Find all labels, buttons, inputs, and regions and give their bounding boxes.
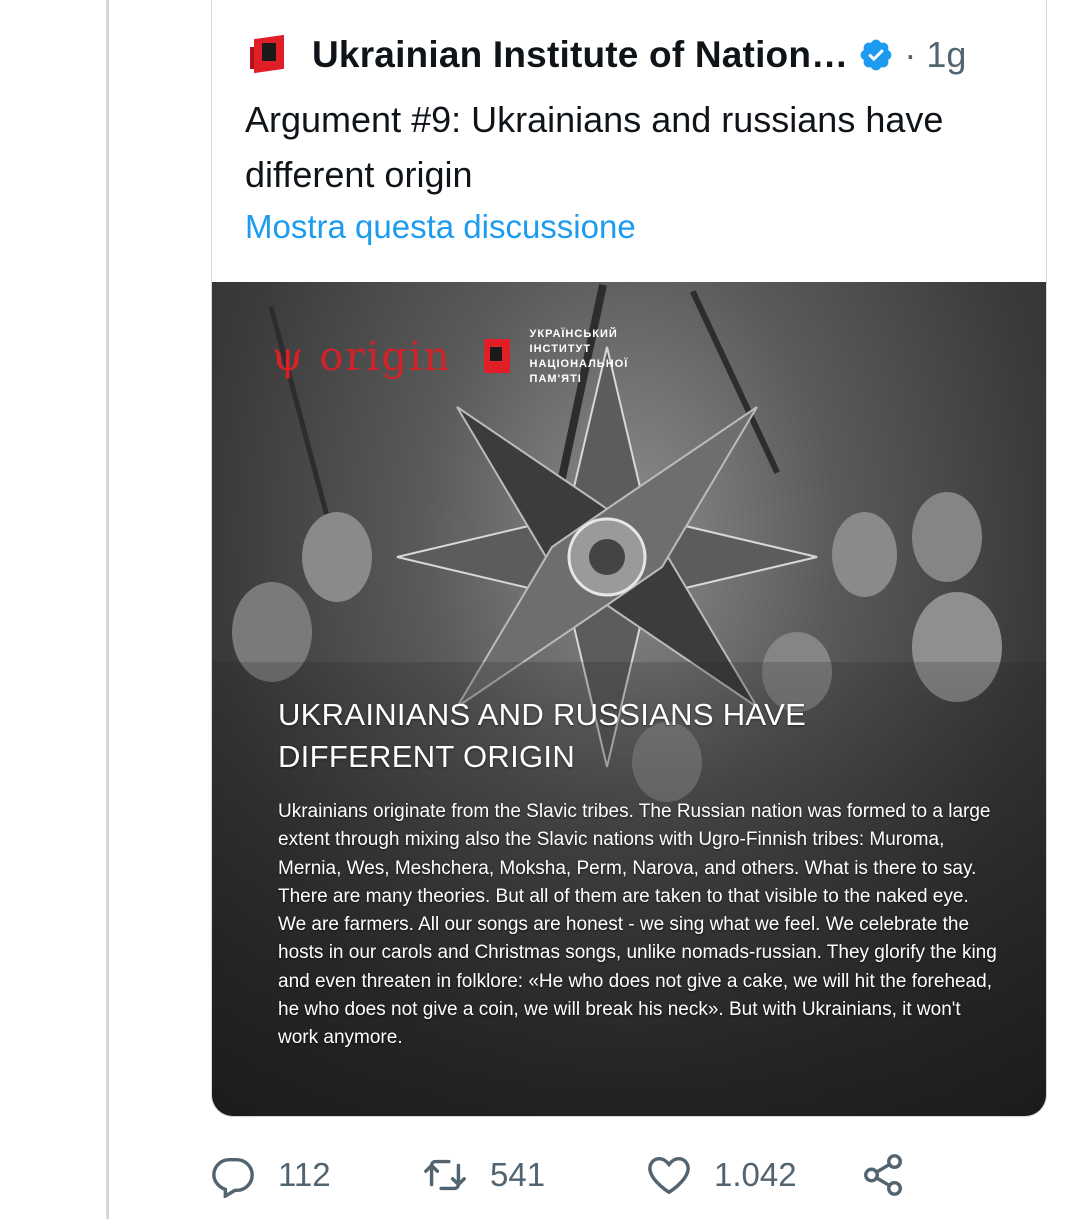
trident-emblem: ψ xyxy=(272,334,304,380)
reply-count: 112 xyxy=(278,1156,331,1193)
author-name[interactable]: Ukrainian Institute of Nation… xyxy=(312,34,848,76)
retweet-button[interactable]: 541 xyxy=(422,1150,545,1200)
verified-badge-icon xyxy=(860,39,892,71)
tweet-actions: 112 541 1.042 xyxy=(210,1150,930,1200)
tweet-media-image[interactable]: ψ origin УКРАЇНСЬКИЙ ІНСТИТУТ НАЦІОНАЛЬН… xyxy=(212,282,1046,1116)
child-face xyxy=(832,512,897,597)
institute-logo xyxy=(480,337,514,377)
quoted-tweet-card[interactable]: Ukrainian Institute of Nation… · 1g Argu… xyxy=(211,0,1047,1117)
media-body-text: Ukrainians originate from the Slavic tri… xyxy=(278,801,997,1049)
reply-icon xyxy=(212,1157,254,1198)
reply-button[interactable]: 112 xyxy=(210,1150,331,1200)
institute-name: УКРАЇНСЬКИЙ ІНСТИТУТ НАЦІОНАЛЬНОЇ ПАМ'ЯТ… xyxy=(529,328,629,385)
origin-logo: origin xyxy=(319,334,452,380)
show-thread-link[interactable]: Mostra questa discussione xyxy=(245,208,636,246)
tweet-header: Ukrainian Institute of Nation… · 1g xyxy=(248,30,1028,80)
heart-icon xyxy=(648,1156,690,1195)
retweet-count: 541 xyxy=(490,1156,546,1193)
child-face xyxy=(912,492,982,582)
tweet-timestamp[interactable]: · 1g xyxy=(904,34,966,76)
thread-connector-line xyxy=(106,0,109,1219)
like-count: 1.042 xyxy=(714,1156,797,1193)
media-headline: UKRAINIANS AND RUSSIANS HAVE DIFFERENT O… xyxy=(278,697,807,774)
retweet-icon xyxy=(424,1159,466,1191)
tweet-text: Argument #9: Ukrainians and russians hav… xyxy=(245,99,944,195)
like-button[interactable]: 1.042 xyxy=(646,1150,797,1200)
share-icon xyxy=(864,1154,902,1196)
share-button[interactable] xyxy=(860,1150,906,1200)
media-logos: ψ origin УКРАЇНСЬКИЙ ІНСТИТУТ НАЦІОНАЛЬН… xyxy=(272,322,650,392)
author-avatar[interactable] xyxy=(248,33,292,77)
child-face xyxy=(302,512,372,602)
